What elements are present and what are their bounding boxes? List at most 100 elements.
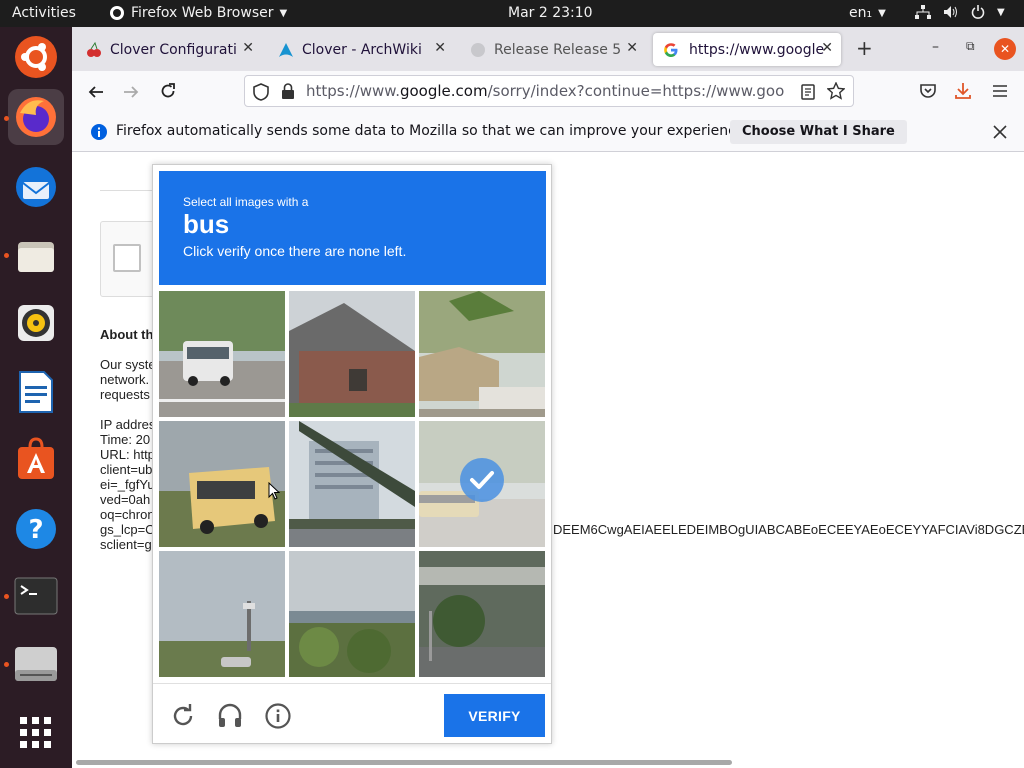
system-status-menu[interactable]: ▼: [915, 5, 1005, 19]
bg-line: Our syste: [100, 357, 156, 372]
bg-line: ved=0ah: [100, 492, 151, 507]
image-tile-building-bridge[interactable]: [289, 421, 415, 547]
bg-line: network.: [100, 372, 150, 387]
challenge-target: bus: [183, 209, 230, 239]
app-name: Firefox Web Browser: [131, 5, 274, 21]
chevron-down-icon: ▼: [279, 7, 288, 19]
reload-icon[interactable]: [160, 83, 176, 99]
new-tab-button[interactable]: +: [856, 38, 873, 58]
help-icon: ?: [16, 509, 56, 549]
tile-image: [289, 551, 415, 677]
system-top-bar: Activities Firefox Web Browser ▼ Mar 2 2…: [0, 0, 1024, 27]
running-indicator: [4, 116, 9, 121]
tab-release[interactable]: Release Release 514 ✕: [460, 33, 646, 66]
close-tab-icon[interactable]: ✕: [626, 40, 638, 56]
bg-long-fragment: DEEM6CwgAEIAEELEDEIMBOgUIABCABEoECEEYAEo…: [553, 522, 1024, 537]
tab-clover-archwiki[interactable]: Clover - ArchWiki ✕: [268, 33, 454, 66]
url-path: /sorry/index?continue=https://www.google…: [487, 82, 784, 100]
bg-line: requests: [100, 387, 150, 402]
bg-line: URL: http: [100, 447, 155, 462]
image-tile-brick-house[interactable]: [289, 291, 415, 417]
selected-check-icon: [460, 458, 504, 502]
image-tile-street-bus[interactable]: [159, 291, 285, 417]
bg-line: client=ub: [100, 462, 153, 477]
dock: ?: [0, 27, 72, 768]
volume-icon: [944, 6, 957, 18]
maximize-button[interactable]: ⧉: [966, 39, 975, 54]
address-bar[interactable]: https://www.google.com/sorry/index?conti…: [244, 75, 854, 107]
app-menu[interactable]: Firefox Web Browser ▼: [109, 5, 287, 21]
terminal-icon: [14, 577, 58, 615]
dock-files-button[interactable]: [8, 228, 64, 284]
reader-view-icon[interactable]: [801, 84, 815, 100]
dock-rhythmbox-button[interactable]: [8, 295, 64, 351]
mouse-cursor-icon: [268, 482, 280, 500]
tile-image: [159, 551, 285, 677]
choose-what-i-share-button[interactable]: Choose What I Share: [730, 120, 907, 144]
image-tile-selected-bus[interactable]: [419, 421, 545, 547]
tab-clover-configuration[interactable]: Clover Configuration ✕: [76, 33, 262, 66]
dock-software-button[interactable]: [8, 431, 64, 487]
dock-disk-button[interactable]: [8, 636, 64, 692]
image-tile-highway-trees[interactable]: [289, 551, 415, 677]
rhythmbox-icon: [18, 305, 54, 341]
running-indicator: [4, 594, 9, 599]
dock-terminal-button[interactable]: [8, 568, 64, 624]
dock-thunderbird-button[interactable]: [8, 159, 64, 215]
clock[interactable]: Mar 2 23:10: [508, 5, 593, 21]
tab-google[interactable]: https://www.google ✕: [653, 33, 841, 66]
divider: [100, 190, 160, 191]
dock-ubuntu-button[interactable]: [8, 29, 64, 85]
close-notification-icon[interactable]: [993, 125, 1007, 139]
pocket-icon[interactable]: [920, 83, 936, 99]
input-source-menu[interactable]: en₁ ▼: [849, 5, 886, 21]
tab-title: Clover Configuration: [110, 41, 236, 58]
dock-help-button[interactable]: ?: [8, 501, 64, 557]
app-grid-icon: [20, 717, 51, 748]
bg-line: gs_lcp=C: [100, 522, 155, 537]
lock-icon[interactable]: [281, 83, 295, 99]
bookmark-star-icon[interactable]: [827, 82, 845, 100]
tile-image: [289, 291, 415, 417]
ubuntu-logo-icon: [15, 36, 57, 78]
bg-line: sclient=g: [100, 537, 152, 552]
hamburger-menu-icon[interactable]: [992, 84, 1008, 98]
minimize-button[interactable]: –: [932, 39, 939, 55]
thunderbird-icon: [16, 167, 56, 207]
cherry-icon: [87, 41, 101, 57]
recaptcha-checkbox[interactable]: [113, 244, 141, 272]
horizontal-scrollbar[interactable]: [76, 760, 732, 765]
forward-arrow-icon[interactable]: [123, 84, 139, 100]
show-applications-button[interactable]: [8, 705, 64, 761]
about-heading: About th: [100, 327, 154, 342]
back-arrow-icon[interactable]: [88, 84, 104, 100]
notification-message: Firefox automatically sends some data to…: [116, 123, 749, 139]
image-tile-road-field[interactable]: [159, 551, 285, 677]
verify-button[interactable]: VERIFY: [444, 694, 545, 737]
close-tab-icon[interactable]: ✕: [821, 40, 833, 56]
close-window-button[interactable]: ✕: [994, 38, 1016, 60]
image-tile-overpass[interactable]: [419, 551, 545, 677]
navigation-toolbar: https://www.google.com/sorry/index?conti…: [72, 71, 1024, 112]
close-tab-icon[interactable]: ✕: [434, 40, 446, 56]
github-icon: [471, 42, 485, 57]
close-tab-icon[interactable]: ✕: [242, 40, 254, 56]
tracking-shield-icon[interactable]: [253, 83, 269, 101]
downloads-icon[interactable]: [955, 82, 971, 100]
disk-icon: [15, 647, 57, 681]
bg-line: IP addres: [100, 417, 156, 432]
chevron-down-icon: ▼: [997, 6, 1005, 18]
tile-image: [419, 551, 545, 677]
recaptcha-anchor-box: [100, 221, 160, 297]
info-challenge-icon[interactable]: [265, 703, 291, 729]
dock-writer-button[interactable]: [8, 364, 64, 420]
reload-challenge-icon[interactable]: [171, 704, 195, 728]
image-tile-palm-house[interactable]: [419, 291, 545, 417]
tile-image: [419, 291, 545, 417]
activities-button[interactable]: Activities: [12, 5, 76, 21]
language-indicator: en₁: [849, 5, 873, 21]
image-tile-school-bus[interactable]: [159, 421, 285, 547]
dock-firefox-button[interactable]: [8, 89, 64, 145]
audio-challenge-icon[interactable]: [217, 703, 243, 729]
challenge-instruction: Select all images with a: [183, 195, 309, 209]
